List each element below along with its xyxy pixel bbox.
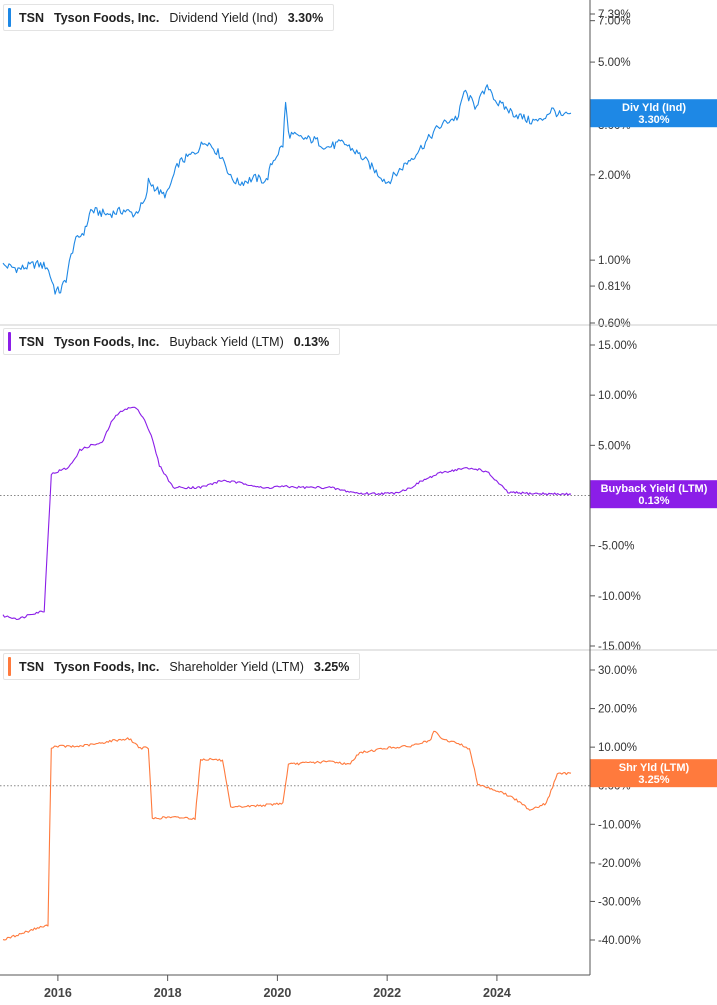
legend-company: Tyson Foods, Inc. (54, 334, 160, 349)
y-tick-label-dividend: 5.00% (598, 57, 631, 69)
x-tick-label: 2024 (483, 986, 511, 1000)
x-tick-label: 2016 (44, 986, 72, 1000)
legend-value: 3.30% (287, 10, 324, 25)
legend-shareholder-yield: TSN Tyson Foods, Inc. Shareholder Yield … (3, 653, 361, 680)
legend-buyback-yield: TSN Tyson Foods, Inc. Buyback Yield (LTM… (3, 328, 341, 355)
legend-metric: Shareholder Yield (LTM) (169, 659, 304, 674)
y-tick-label-dividend: 7.00% (598, 16, 631, 28)
legend-swatch-buyback (8, 332, 11, 351)
series-line-dividend (2, 84, 572, 295)
y-tick-label-shareholder: 30.00% (598, 665, 637, 677)
y-tick-label-dividend: 0.81% (598, 281, 631, 293)
y-tick-label-shareholder: -20.00% (598, 858, 641, 870)
legend-ticker: TSN (19, 659, 44, 674)
value-tag-value-buyback: 0.13% (638, 495, 669, 507)
value-tag-value-shareholder: 3.25% (638, 774, 669, 786)
y-tick-label-dividend: 2.00% (598, 170, 631, 182)
legend-swatch-dividend (8, 8, 11, 27)
y-tick-label-buyback: 10.00% (598, 390, 637, 402)
y-tick-label-buyback: 15.00% (598, 340, 637, 352)
legend-company: Tyson Foods, Inc. (54, 10, 160, 25)
x-tick-label: 2020 (263, 986, 291, 1000)
legend-value: 3.25% (313, 659, 350, 674)
y-tick-label-buyback: -5.00% (598, 541, 634, 553)
series-line-buyback (2, 406, 572, 621)
y-tick-label-shareholder: -10.00% (598, 819, 641, 831)
value-tag-value-dividend: 3.30% (638, 114, 669, 126)
y-tick-label-dividend: 0.60% (598, 318, 631, 330)
chart-canvas: 7.39%7.00%5.00%3.00%2.00%1.00%0.81%0.60%… (0, 0, 717, 1000)
legend-ticker: TSN (19, 334, 44, 349)
series-line-shareholder (2, 730, 572, 941)
x-tick-label: 2022 (373, 986, 401, 1000)
y-tick-label-buyback: -15.00% (598, 641, 641, 653)
y-tick-label-buyback: 5.00% (598, 440, 631, 452)
y-tick-label-shareholder: -30.00% (598, 896, 641, 908)
legend-swatch-shareholder (8, 657, 11, 676)
legend-metric: Buyback Yield (LTM) (169, 334, 284, 349)
y-tick-label-shareholder: 20.00% (598, 704, 637, 716)
y-tick-label-shareholder: -40.00% (598, 935, 641, 947)
value-tag-label-shareholder: Shr Yld (LTM) (619, 762, 690, 774)
legend-company: Tyson Foods, Inc. (54, 659, 160, 674)
legend-value: 0.13% (293, 334, 330, 349)
y-tick-label-buyback: -10.00% (598, 591, 641, 603)
x-tick-label: 2018 (154, 986, 182, 1000)
legend-metric: Dividend Yield (Ind) (169, 10, 278, 25)
y-tick-label-shareholder: 10.00% (598, 742, 637, 754)
legend-dividend-yield: TSN Tyson Foods, Inc. Dividend Yield (In… (3, 4, 335, 31)
legend-ticker: TSN (19, 10, 44, 25)
value-tag-label-dividend: Div Yld (Ind) (622, 102, 686, 114)
value-tag-label-buyback: Buyback Yield (LTM) (601, 483, 708, 495)
y-tick-label-dividend: 1.00% (598, 255, 631, 267)
